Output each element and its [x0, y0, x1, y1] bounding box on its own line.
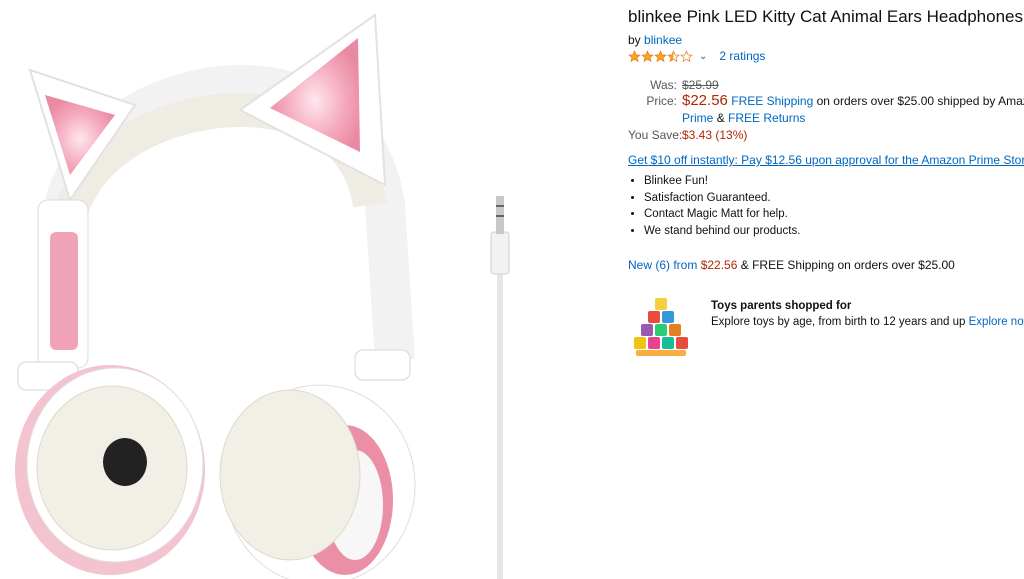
star-icon [680, 49, 693, 62]
savings-row: You Save:$3.43 (13%) [628, 128, 747, 142]
star-icon [654, 49, 667, 62]
star-rating[interactable] [628, 49, 693, 63]
was-label: Was: [650, 78, 677, 92]
save-value: $3.43 (13%) [682, 128, 748, 142]
prime-link[interactable]: Prime [682, 111, 713, 125]
free-shipping-link[interactable]: FREE Shipping [731, 94, 813, 108]
price-row: Price: $22.56 FREE Shipping on orders ove… [628, 92, 1024, 109]
new-offers-link[interactable]: New (6) from [628, 258, 697, 272]
brand-link[interactable]: blinkee [644, 33, 682, 47]
feature-bullets: Blinkee Fun! Satisfaction Guaranteed. Co… [628, 173, 800, 239]
play-doh-icon[interactable] [630, 292, 692, 367]
current-price: $22.56 [682, 92, 728, 109]
byline: by blinkee [628, 33, 682, 47]
star-icon [641, 49, 654, 62]
price-label: Price: [646, 94, 677, 108]
chevron-down-icon[interactable]: ⌄ [699, 51, 707, 62]
bullet-item: We stand behind our products. [644, 223, 800, 240]
was-price: $25.99 [682, 78, 719, 92]
was-row: Was: $25.99 [628, 78, 719, 92]
shipping-text: on orders over $25.00 shipped by Amazon … [816, 94, 1024, 108]
new-offers: New (6) from $22.56 & FREE Shipping on o… [628, 258, 955, 272]
free-returns-link[interactable]: FREE Returns [728, 111, 805, 125]
ratings-link[interactable]: 2 ratings [719, 49, 765, 63]
star-icon [628, 49, 641, 62]
bullet-item: Satisfaction Guaranteed. [644, 190, 800, 207]
bullet-item: Blinkee Fun! [644, 173, 800, 190]
prime-row: Prime & FREE Returns [682, 111, 805, 125]
product-title: blinkee Pink LED Kitty Cat Animal Ears H… [628, 7, 1023, 26]
prime-card-promo-link[interactable]: Get $10 off instantly: Pay $12.56 upon a… [628, 153, 1024, 167]
explore-now-link[interactable]: Explore now [969, 316, 1024, 328]
toys-text: Explore toys by age, from birth to 12 ye… [711, 316, 966, 328]
toys-description: Explore toys by age, from birth to 12 ye… [711, 316, 1024, 328]
product-image[interactable] [0, 0, 600, 579]
save-label: You Save: [628, 128, 683, 142]
toys-promo: Toys parents shopped for Explore toys by… [628, 292, 1024, 362]
star-icon [667, 49, 680, 62]
by-prefix: by [628, 33, 641, 47]
new-offers-shipping: & FREE Shipping on orders over $25.00 [740, 258, 955, 272]
amp: & [716, 111, 725, 125]
product-info: blinkee Pink LED Kitty Cat Animal Ears H… [628, 0, 1024, 579]
bullet-item: Contact Magic Matt for help. [644, 206, 800, 223]
new-offers-price: $22.56 [700, 258, 738, 272]
ratings-row: ⌄ 2 ratings [628, 49, 765, 63]
toys-heading: Toys parents shopped for [711, 300, 852, 312]
